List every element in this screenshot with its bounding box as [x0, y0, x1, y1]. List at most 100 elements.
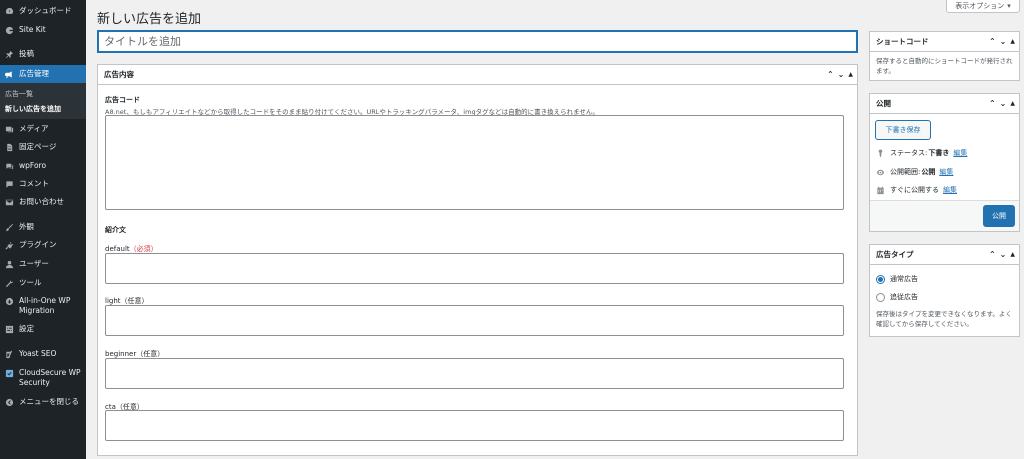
sidebar-item-label: wpForo	[19, 161, 47, 170]
move-up-icon[interactable]: ⌃	[989, 38, 996, 46]
sidebar-item-label: CloudSecure WP Security	[19, 368, 81, 388]
caret-down-icon: ▾	[1007, 2, 1011, 10]
cta-textarea[interactable]	[105, 410, 844, 441]
screen-options-button[interactable]: 表示オプション ▾	[946, 0, 1020, 13]
sidebar-item-site-kit[interactable]: Site Kit	[0, 25, 86, 35]
collapse-icon	[4, 397, 14, 407]
default-textarea[interactable]	[105, 253, 844, 284]
sidebar-item-label: ダッシュボード	[19, 6, 72, 15]
shortcode-handle-actions: ⌃ ⌄ ▲	[989, 32, 1015, 52]
toggle-panel-icon[interactable]: ▲	[1010, 252, 1015, 258]
move-down-icon[interactable]: ⌄	[838, 71, 845, 79]
sidebar-item-label: ユーザー	[19, 259, 49, 268]
sidebar-item-migration[interactable]: All-in-One WP Migration	[0, 296, 86, 316]
sidebar-item-label: 固定ページ	[19, 142, 57, 151]
pin-icon	[878, 148, 883, 158]
dashboard-icon	[4, 6, 14, 16]
plugin-icon	[4, 240, 14, 250]
sidebar-item-pages[interactable]: 固定ページ	[0, 142, 86, 152]
toggle-panel-icon[interactable]: ▲	[1010, 39, 1015, 45]
edit-visibility-link[interactable]: 編集	[939, 167, 953, 177]
sidebar-item-users[interactable]: ユーザー	[0, 259, 86, 269]
shortcode-box: ショートコード ⌃ ⌄ ▲ 保存すると自動的にショートコードが発行されます。	[869, 31, 1020, 81]
page-icon	[4, 142, 14, 152]
sidebar-item-label-line1: CloudSecure WP	[19, 368, 81, 377]
settings-icon	[4, 324, 14, 334]
move-up-icon[interactable]: ⌃	[827, 71, 834, 79]
sidebar-item-wpforo[interactable]: wpForo	[0, 161, 86, 171]
shortcode-title: ショートコード	[876, 37, 929, 46]
sidebar-item-label: プラグイン	[19, 240, 57, 249]
move-down-icon[interactable]: ⌄	[1000, 251, 1007, 259]
beginner-textarea[interactable]	[105, 358, 844, 389]
radio-unchecked[interactable]	[876, 292, 885, 302]
publish-box: 公開 ⌃ ⌄ ▲ 下書き保存 ステータス: 下書き 編集 公開範囲: 公開 編集…	[869, 93, 1020, 232]
calendar-icon	[877, 185, 884, 194]
sidebar-item-comments[interactable]: コメント	[0, 179, 86, 189]
ad-type-header: 広告タイプ ⌃ ⌄ ▲	[870, 245, 1019, 265]
schedule-label: すぐに公開する	[890, 186, 939, 194]
migration-icon	[4, 296, 14, 306]
edit-schedule-link[interactable]: 編集	[943, 185, 957, 195]
move-up-icon[interactable]: ⌃	[989, 100, 996, 108]
title-input[interactable]	[97, 30, 858, 53]
sidebar-item-media[interactable]: メディア	[0, 124, 86, 134]
publish-title: 公開	[876, 99, 891, 108]
pin-icon	[4, 49, 14, 59]
light-textarea[interactable]	[105, 305, 844, 336]
sidebar-item-posts[interactable]: 投稿	[0, 49, 86, 59]
move-down-icon[interactable]: ⌄	[1000, 100, 1007, 108]
screen-options-label: 表示オプション	[955, 2, 1005, 10]
sidebar-collapse-menu[interactable]: メニューを閉じる	[0, 397, 86, 407]
status-label: ステータス:	[890, 149, 928, 157]
move-down-icon[interactable]: ⌄	[1000, 38, 1007, 46]
sidebar-item-ad-management[interactable]: 広告管理	[0, 65, 86, 83]
status-row: ステータス: 下書き 編集	[876, 148, 967, 158]
brush-icon	[4, 222, 14, 232]
publish-header: 公開 ⌃ ⌄ ▲	[870, 94, 1019, 114]
edit-status-link[interactable]: 編集	[953, 148, 967, 158]
sidebar-item-contact[interactable]: お問い合わせ	[0, 197, 86, 207]
radio-checked[interactable]	[876, 274, 885, 284]
sidebar-item-appearance[interactable]: 外観	[0, 222, 86, 232]
page-title: 新しい広告を追加	[97, 12, 202, 27]
sidebar-item-label-line2: Security	[19, 378, 50, 387]
ad-code-textarea[interactable]	[105, 115, 844, 210]
sidebar-item-label: 投稿	[19, 49, 34, 58]
move-up-icon[interactable]: ⌃	[989, 251, 996, 259]
sidebar-item-label-line2: Migration	[19, 306, 55, 315]
publish-button[interactable]: 公開	[983, 205, 1015, 227]
intro-text-label: 紹介文	[105, 226, 126, 234]
ad-management-submenu: 広告一覧 新しい広告を追加	[0, 83, 86, 119]
shield-icon	[4, 368, 14, 378]
ad-content-header: 広告内容 ⌃ ⌄ ▲	[98, 65, 857, 85]
sidebar-item-dashboard[interactable]: ダッシュボード	[0, 6, 86, 16]
save-draft-button[interactable]: 下書き保存	[875, 120, 931, 140]
sidebar-item-yoast-seo[interactable]: Yoast SEO	[0, 349, 86, 359]
sidebar-item-plugins[interactable]: プラグイン	[0, 240, 86, 250]
sidebar-item-settings[interactable]: 設定	[0, 324, 86, 334]
sidebar-item-tools[interactable]: ツール	[0, 278, 86, 288]
sidebar-item-label: メニューを閉じる	[19, 397, 79, 406]
visibility-label: 公開範囲:	[890, 168, 921, 176]
sidebar-item-label: ツール	[19, 278, 42, 287]
yoast-icon	[4, 349, 14, 359]
forum-icon	[4, 161, 14, 171]
toggle-panel-icon[interactable]: ▲	[848, 72, 853, 78]
submenu-item-add-new-ad[interactable]: 新しい広告を追加	[5, 104, 61, 114]
sidebar-item-cloudsecure[interactable]: CloudSecure WP Security	[0, 368, 86, 388]
schedule-row: すぐに公開する 編集	[876, 185, 957, 195]
sidebar-item-label: All-in-One WP Migration	[19, 296, 70, 316]
sidebar-item-label: 広告管理	[19, 69, 49, 78]
toggle-panel-icon[interactable]: ▲	[1010, 101, 1015, 107]
user-icon	[4, 259, 14, 269]
sidebar-item-label-line1: All-in-One WP	[19, 296, 71, 305]
wrench-icon	[4, 278, 14, 288]
status-value: 下書き	[928, 149, 950, 157]
submenu-item-ad-list[interactable]: 広告一覧	[5, 89, 33, 99]
sidebar-item-label: お問い合わせ	[19, 197, 64, 206]
ad-type-option-normal[interactable]: 通常広告	[876, 274, 918, 284]
ad-type-option-sticky[interactable]: 追従広告	[876, 292, 918, 302]
ad-type-option-label: 追従広告	[890, 293, 918, 301]
shortcode-text: 保存すると自動的にショートコードが発行されます。	[876, 57, 1013, 75]
